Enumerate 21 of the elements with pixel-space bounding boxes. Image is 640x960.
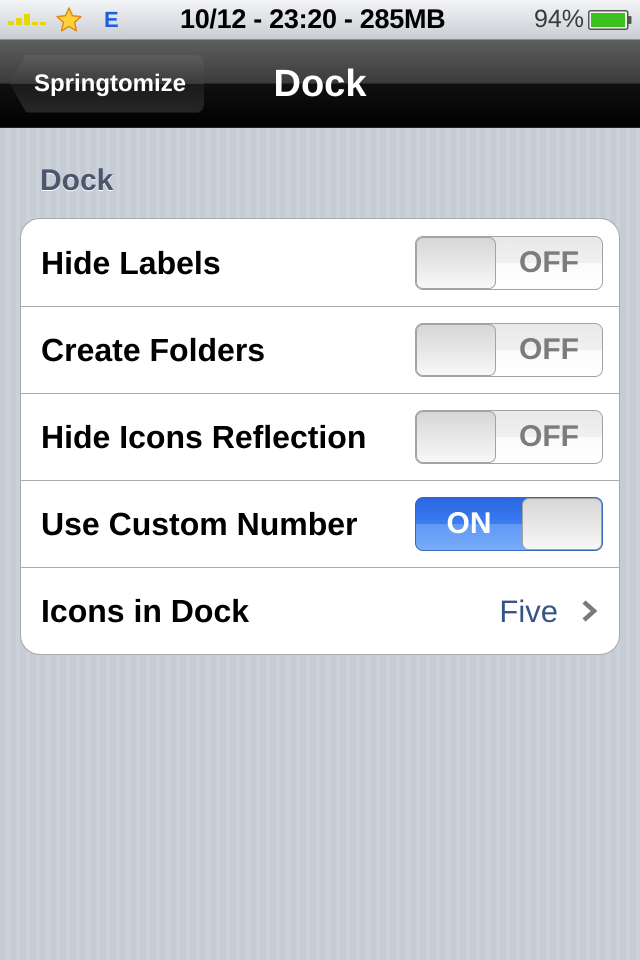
status-time: 10/12 - 23:20 - 285MB xyxy=(180,6,446,33)
setting-label: Hide Icons Reflection xyxy=(41,421,366,453)
chevron-right-icon xyxy=(582,600,597,622)
section-header: Dock xyxy=(40,166,114,196)
toggle-switch[interactable]: OFF xyxy=(415,323,603,377)
signal-bars-icon xyxy=(8,14,46,25)
setting-label: Icons in Dock xyxy=(41,595,250,627)
star-icon xyxy=(56,7,82,32)
setting-label: Use Custom Number xyxy=(41,508,358,540)
battery-icon xyxy=(588,10,632,30)
back-button[interactable]: Springtomize xyxy=(10,54,204,112)
setting-value: Five xyxy=(499,596,558,626)
network-type-label: E xyxy=(104,8,119,30)
setting-label: Create Folders xyxy=(41,334,266,366)
disclosure-row[interactable]: Icons in Dock Five xyxy=(21,567,619,654)
toggle-switch[interactable]: OFF xyxy=(415,236,603,290)
toggle-switch[interactable]: ON xyxy=(415,497,603,551)
toggle-switch[interactable]: OFF xyxy=(415,410,603,464)
navigation-title: Dock xyxy=(274,64,366,102)
setting-label: Hide Labels xyxy=(41,246,221,278)
battery-percentage: 94% xyxy=(534,7,584,32)
